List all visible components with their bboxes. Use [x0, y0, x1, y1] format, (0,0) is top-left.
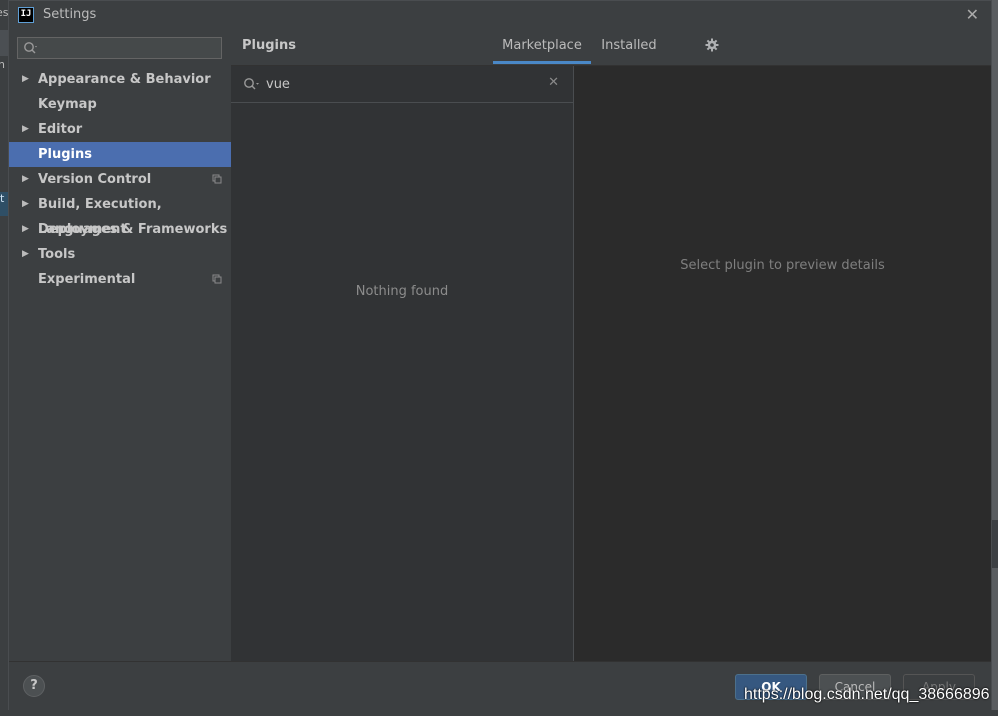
empty-results-message: Nothing found — [355, 284, 449, 299]
screen: es n t IJ Settings ✕ ▶ Appea — [0, 0, 998, 716]
background-text-fragment: t — [0, 192, 5, 205]
plugin-search-input[interactable] — [266, 74, 536, 94]
gear-icon[interactable] — [705, 38, 719, 52]
settings-search-input[interactable] — [42, 39, 217, 57]
background-text-fragment: n — [0, 58, 5, 71]
sidebar-item-editor[interactable]: ▶ Editor — [9, 117, 231, 142]
intellij-logo-icon: IJ — [18, 7, 34, 23]
plugins-page: Plugins Marketplace Installed vue ✕ Noth… — [231, 29, 991, 661]
expand-arrow-icon[interactable]: ▶ — [22, 117, 29, 142]
sidebar-item-appearance-behavior[interactable]: ▶ Appearance & Behavior — [9, 67, 231, 92]
settings-search-field[interactable] — [17, 37, 222, 59]
sidebar-item-label: Keymap — [38, 97, 97, 112]
background-bottom-edge — [0, 710, 998, 716]
close-button[interactable]: ✕ — [966, 5, 979, 24]
plugin-search-field[interactable]: ✕ — [231, 66, 573, 103]
expand-arrow-icon[interactable]: ▶ — [22, 192, 29, 217]
sidebar-item-languages-frameworks[interactable]: ▶ Languages & Frameworks — [9, 217, 231, 242]
watermark-text: https://blog.csdn.net/qq_38666896 — [744, 686, 990, 703]
project-scope-icon — [212, 274, 222, 284]
tab-marketplace[interactable]: Marketplace — [493, 29, 591, 64]
project-scope-icon — [212, 174, 222, 184]
expand-arrow-icon[interactable]: ▶ — [22, 242, 29, 267]
details-placeholder: Select plugin to preview details — [680, 258, 885, 273]
search-icon — [24, 42, 37, 54]
expand-arrow-icon[interactable]: ▶ — [22, 67, 29, 92]
plugins-header: Plugins Marketplace Installed — [231, 29, 991, 66]
expand-arrow-icon[interactable]: ▶ — [22, 217, 29, 242]
background-toolbar-fragment — [0, 30, 8, 56]
settings-sidebar: ▶ Appearance & Behavior Keymap ▶ Editor … — [9, 29, 231, 661]
sidebar-item-plugins[interactable]: Plugins — [9, 142, 231, 167]
window-title: Settings — [43, 7, 97, 22]
tab-installed[interactable]: Installed — [595, 29, 663, 63]
expand-arrow-icon[interactable]: ▶ — [22, 167, 29, 192]
sidebar-item-label: Editor — [38, 122, 83, 137]
sidebar-item-label: Experimental — [38, 272, 136, 287]
help-button[interactable]: ? — [23, 675, 45, 697]
page-title: Plugins — [242, 38, 296, 53]
sidebar-item-version-control[interactable]: ▶ Version Control — [9, 167, 231, 192]
sidebar-item-build-execution-deployment[interactable]: ▶ Build, Execution, Deployment — [9, 192, 231, 237]
plugin-details-panel: Select plugin to preview details — [574, 66, 991, 661]
sidebar-item-label: Languages & Frameworks — [38, 222, 228, 237]
background-scroll-edge — [992, 0, 998, 716]
settings-nav-tree: ▶ Appearance & Behavior Keymap ▶ Editor … — [9, 67, 231, 292]
background-scroll-segment — [992, 520, 998, 568]
sidebar-item-experimental[interactable]: Experimental — [9, 267, 231, 292]
sidebar-item-label: Appearance & Behavior — [38, 72, 211, 87]
search-icon — [244, 78, 259, 90]
sidebar-item-label: Tools — [38, 247, 76, 262]
settings-dialog: IJ Settings ✕ ▶ Appearance & Behavior Ke… — [8, 0, 992, 710]
background-selected-fragment: t — [0, 192, 8, 216]
plugin-list-panel: ✕ Nothing found — [231, 66, 574, 661]
sidebar-item-tools[interactable]: ▶ Tools — [9, 242, 231, 267]
background-ide-window: es n t — [0, 0, 9, 716]
sidebar-item-keymap[interactable]: Keymap — [9, 92, 231, 117]
clear-search-icon[interactable]: ✕ — [548, 75, 559, 90]
sidebar-item-label: Version Control — [38, 172, 152, 187]
sidebar-item-label: Plugins — [38, 147, 92, 162]
title-bar: IJ Settings ✕ — [9, 1, 991, 29]
